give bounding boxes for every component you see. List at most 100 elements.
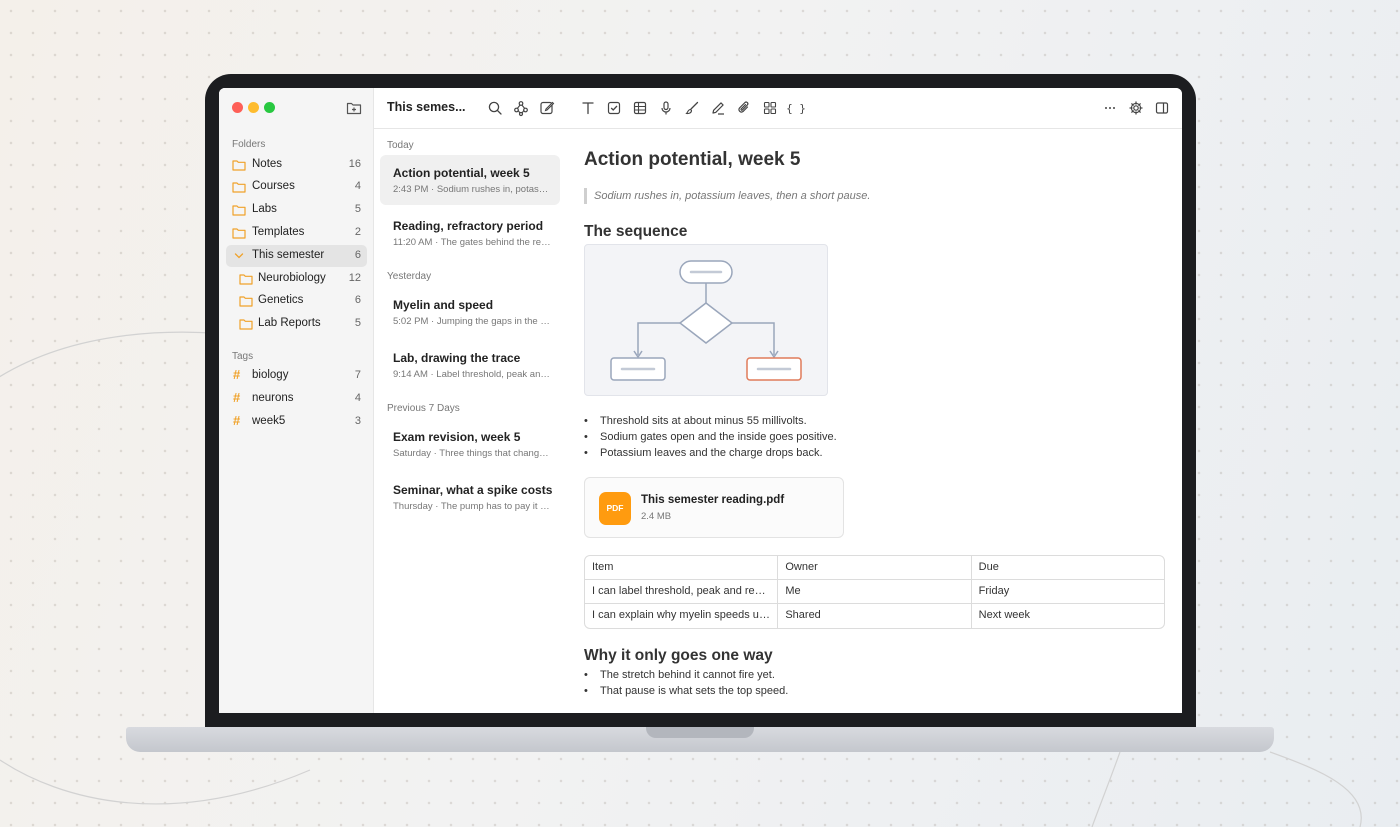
group-label-previous-7-days: Previous 7 Days [387,403,460,414]
table-header-cell[interactable]: Due [972,556,1164,579]
note-item-title: Action potential, week 5 [393,166,530,180]
pencil-icon[interactable] [709,99,727,117]
note-item-title: Exam revision, week 5 [393,430,521,444]
current-note-title: This semes... [387,100,466,114]
sidebar-item-courses[interactable]: Courses 4 [226,176,367,198]
sidebar-item-this-semester[interactable]: This semester 6 [226,245,367,267]
table-cell[interactable]: Shared [778,604,972,628]
list-item: The stretch behind it cannot fire yet. [584,667,788,683]
list-item: That pause is what sets the top speed. [584,683,788,699]
sidebar-item-lab-reports[interactable]: Lab Reports 5 [226,313,367,335]
sidebar-item-label: Templates [252,226,305,238]
task-table[interactable]: Item Owner Due I can label threshold, pe… [584,555,1165,629]
folder-icon [232,205,246,216]
table-cell[interactable]: I can explain why myelin speeds up condu… [585,604,779,628]
sidebar-tag-biology[interactable]: # biology 7 [226,365,367,387]
table-row: I can label threshold, peak and recovery… [585,580,1164,604]
note-item-title: Reading, refractory period [393,219,544,233]
note-list-item[interactable]: Lab, drawing the trace 9:14 AM · Label t… [380,340,560,390]
note-editor[interactable]: Action potential, week 5 Sodium rushes i… [567,129,1182,713]
sidebar-item-label: neurons [252,392,294,404]
folder-icon [239,319,253,330]
zoom-window-button[interactable] [264,102,275,113]
microphone-icon[interactable] [657,99,675,117]
close-window-button[interactable] [232,102,243,113]
note-list-item[interactable]: Exam revision, week 5 Saturday · Three t… [380,419,560,469]
toolbar: This semes... {} [219,88,1182,129]
note-item-meta: 2:43 PM · Sodium rushes in, potassium le… [393,184,551,195]
sidebar-item-count: 5 [354,317,361,329]
sidebar-item-count: 6 [354,249,361,261]
attachment-icon[interactable] [735,99,753,117]
brush-icon[interactable] [683,99,701,117]
note-item-meta: 9:14 AM · Label threshold, peak and reco… [393,369,551,380]
sidebar-item-label: This semester [252,249,325,261]
svg-text:{ }: { } [787,102,805,115]
chevron-down-icon[interactable] [232,249,246,263]
graph-icon[interactable] [512,99,530,117]
search-icon[interactable] [486,99,504,117]
note-item-title: Seminar, what a spike costs [393,483,553,497]
flowchart-image[interactable] [584,244,828,396]
checklist-icon[interactable] [605,99,623,117]
list-item: Threshold sits at about minus 55 millivo… [584,413,837,429]
pdf-attachment[interactable]: PDF This semester reading.pdf 2.4 MB [584,477,844,538]
table-header-cell[interactable]: Item [585,556,779,579]
table-header-cell[interactable]: Owner [778,556,972,579]
gear-icon[interactable] [1127,99,1145,117]
laptop-notch [646,727,754,738]
sidebar-tag-neurons[interactable]: # neurons 4 [226,388,367,410]
sidebar-item-label: Neurobiology [258,272,326,284]
sidebar-item-count: 12 [348,272,361,284]
sidebar-item-count: 3 [354,415,361,427]
list-item: Sodium gates open and the inside goes po… [584,429,837,445]
note-list: Today Action potential, week 5 2:43 PM ·… [374,129,567,713]
code-block-icon[interactable]: { } [786,99,806,117]
sidebar-item-label: biology [252,369,289,381]
section-heading: Why it only goes one way [584,647,773,664]
note-item-meta: Saturday · Three things that change the … [393,448,551,459]
new-note-icon[interactable] [538,99,556,117]
note-item-title: Myelin and speed [393,298,494,312]
table-row: I can explain why myelin speeds up condu… [585,604,1164,628]
laptop-base [126,727,1274,752]
list-item: Potassium leaves and the charge drops ba… [584,445,837,461]
pdf-file-icon: PDF [599,492,631,525]
folders-label: Folders [232,139,266,150]
more-options-icon[interactable] [1101,99,1119,117]
table-header-row: Item Owner Due [585,556,1164,580]
sidebar-item-notes[interactable]: Notes 16 [226,154,367,176]
sidebar-item-neurobiology[interactable]: Neurobiology 12 [226,268,367,290]
note-list-item[interactable]: Myelin and speed 5:02 PM · Jumping the g… [380,287,560,337]
table-cell[interactable]: Me [778,580,972,603]
note-item-title: Lab, drawing the trace [393,351,521,365]
sidebar-toggle-icon[interactable] [1153,99,1171,117]
table-icon[interactable] [631,99,649,117]
new-folder-icon[interactable] [346,100,362,116]
table-cell[interactable]: Friday [972,580,1164,603]
sidebar-item-templates[interactable]: Templates 2 [226,222,367,244]
note-list-item[interactable]: Seminar, what a spike costs Thursday · T… [380,472,560,522]
sidebar-tag-week5[interactable]: # week5 3 [226,411,367,433]
note-list-item[interactable]: Reading, refractory period 11:20 AM · Th… [380,208,560,258]
folder-icon [232,160,246,171]
table-cell[interactable]: I can label threshold, peak and recovery… [585,580,779,603]
sidebar-item-count: 6 [354,294,361,306]
sidebar-item-count: 16 [348,158,361,170]
sidebar-item-genetics[interactable]: Genetics 6 [226,290,367,312]
note-item-meta: 11:20 AM · The gates behind the refracto… [393,237,551,248]
tags-label: Tags [232,351,254,362]
note-list-item[interactable]: Action potential, week 5 2:43 PM · Sodiu… [380,155,560,205]
text-format-icon[interactable] [579,99,597,117]
sidebar-item-count: 2 [354,226,361,238]
sidebar-item-labs[interactable]: Labs 5 [226,199,367,221]
flowchart-drawing [610,260,802,381]
group-label-today: Today [387,140,414,151]
app-window: This semes... {} Folders Notes 16 Cours… [219,88,1182,713]
minimize-window-button[interactable] [248,102,259,113]
table-cell[interactable]: Next week [972,604,1164,628]
blockquote: Sodium rushes in, potassium leaves, then… [584,188,870,204]
gallery-icon[interactable] [761,99,779,117]
sidebar-item-label: Labs [252,203,277,215]
sidebar-item-label: Courses [252,180,295,192]
